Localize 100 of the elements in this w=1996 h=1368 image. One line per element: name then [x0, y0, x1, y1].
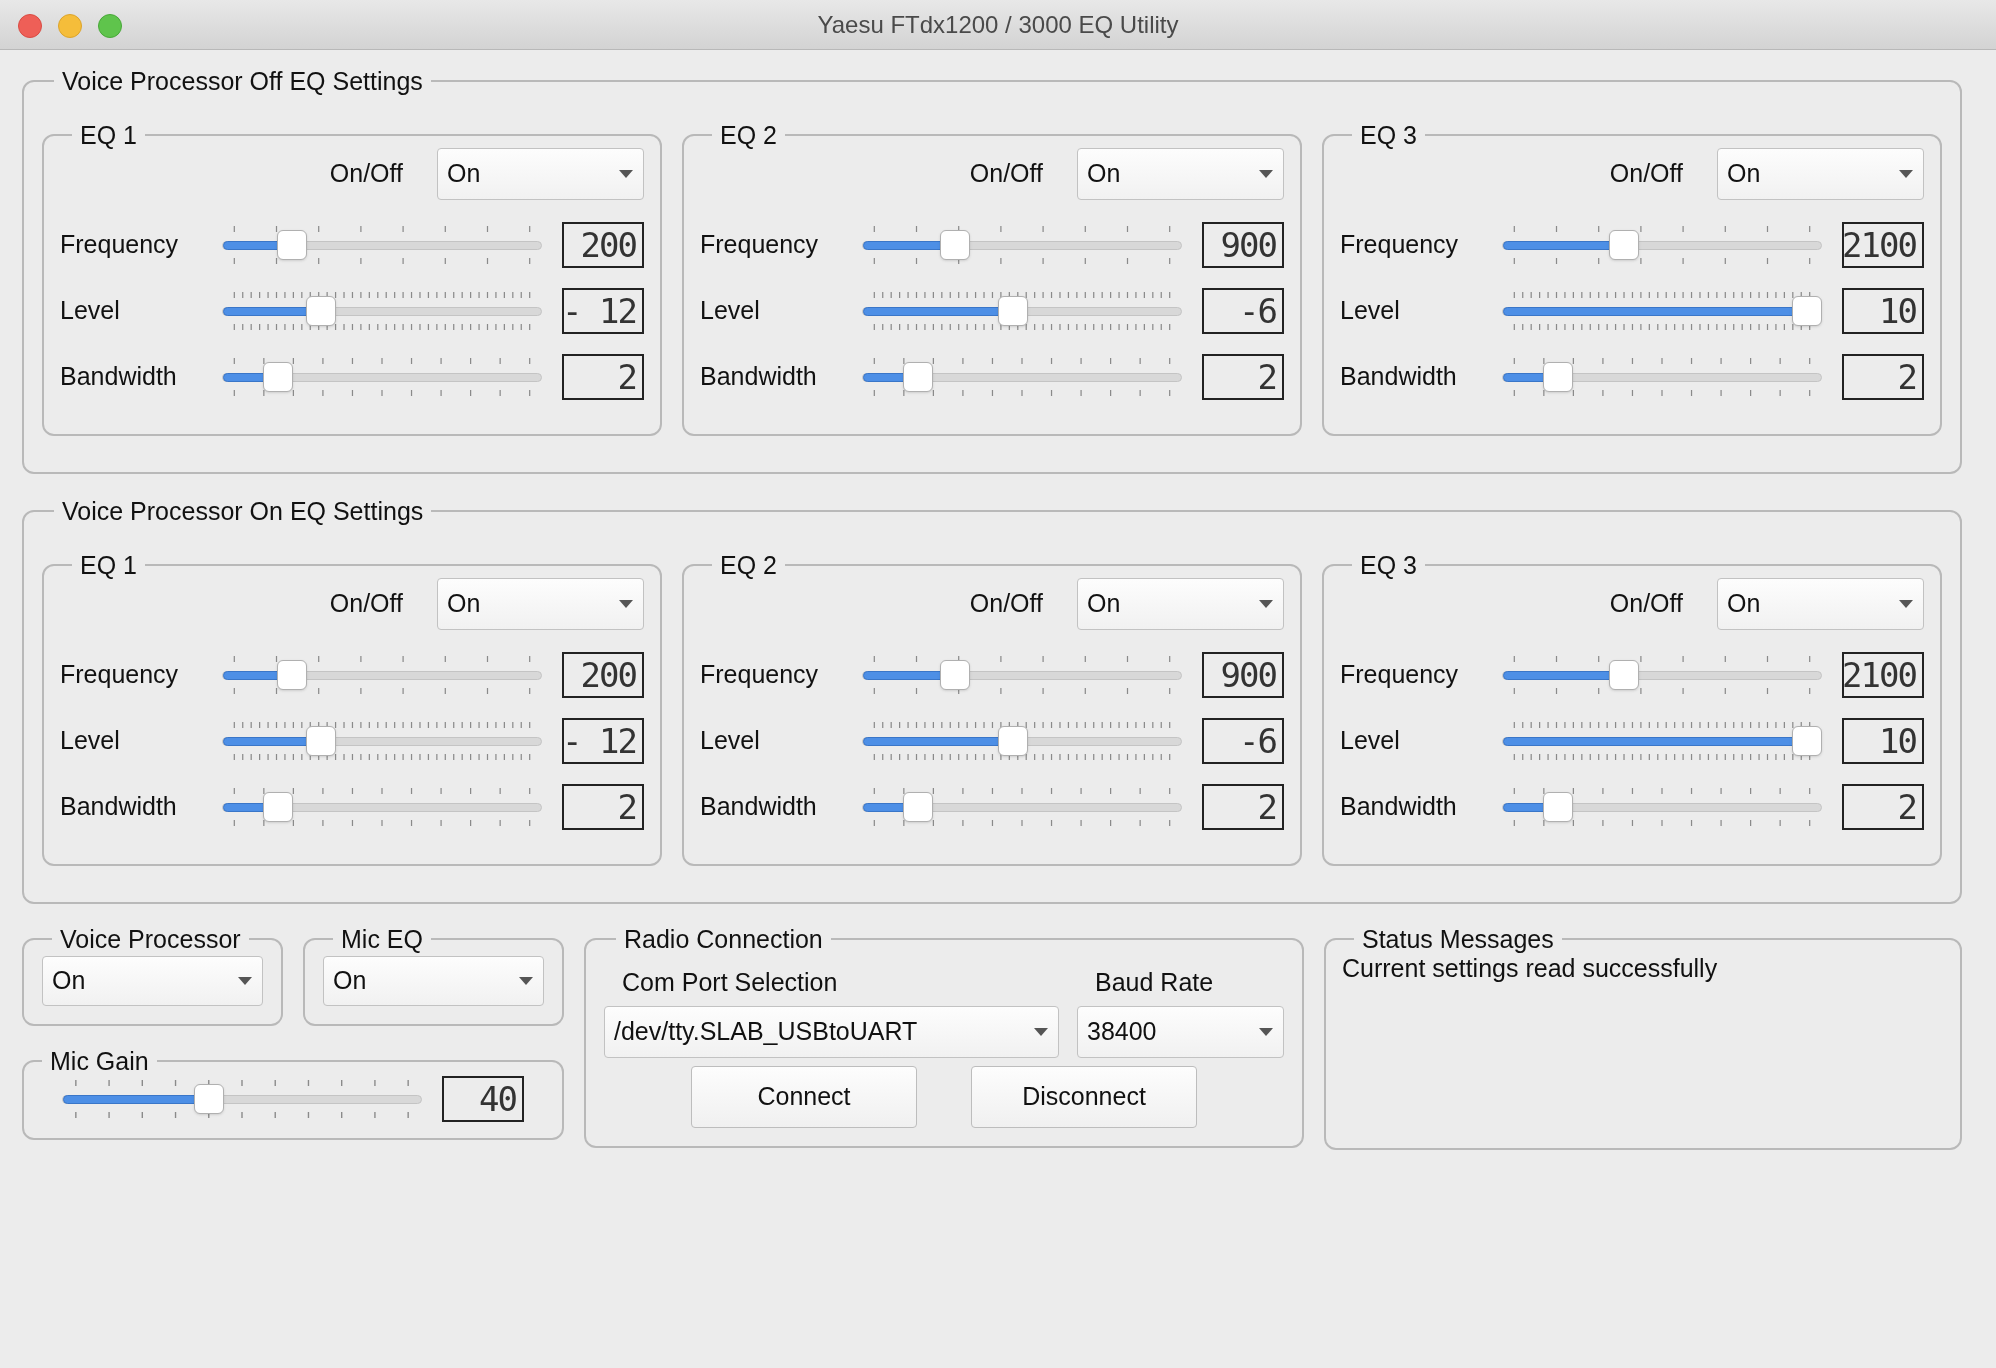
slider-thumb[interactable] — [306, 726, 337, 756]
lcd-display: 200 — [562, 652, 644, 698]
zoom-button[interactable] — [98, 14, 122, 38]
caret-icon — [1898, 169, 1914, 179]
group-title: Voice Processor Off EQ Settings — [61, 66, 424, 96]
lcd-display: 2 — [1842, 784, 1924, 830]
window-title: Yaesu FTdx1200 / 3000 EQ Utility — [817, 9, 1179, 40]
caret-icon — [237, 976, 253, 986]
slider-label: Bandwidth — [60, 791, 178, 823]
on-off-label: On/Off — [1609, 588, 1683, 620]
slider-label: Bandwidth — [1340, 791, 1458, 823]
close-button[interactable] — [18, 14, 42, 38]
slider-thumb[interactable] — [262, 362, 293, 392]
slider-thumb[interactable] — [1609, 230, 1640, 260]
slider-thumb[interactable] — [998, 726, 1029, 756]
caret-icon — [1258, 599, 1274, 609]
dropdown[interactable]: On — [437, 578, 644, 630]
slider-thumb[interactable] — [277, 660, 308, 690]
group-title: EQ 3 — [1359, 120, 1418, 150]
slider-thumb[interactable] — [262, 792, 293, 822]
group-title: Mic EQ — [340, 924, 424, 954]
slider-label: Level — [700, 295, 761, 327]
lcd-display: 2 — [1842, 354, 1924, 400]
group-title: Voice Processor On EQ Settings — [61, 496, 425, 526]
slider-label: Level — [1340, 725, 1401, 757]
dropdown[interactable]: On — [323, 956, 544, 1006]
caret-icon — [618, 599, 634, 609]
lcd-display: 900 — [1202, 222, 1284, 268]
caret-icon — [1258, 1026, 1274, 1037]
caret-icon — [618, 169, 634, 179]
group-title: EQ 3 — [1359, 550, 1418, 580]
caret-icon — [518, 976, 534, 986]
group-title: Voice Processor — [59, 924, 242, 954]
on-off-label: On/Off — [329, 588, 403, 620]
group-title: EQ 1 — [79, 550, 138, 580]
minimize-button[interactable] — [58, 14, 82, 38]
slider-thumb[interactable] — [277, 230, 308, 260]
slider-label: Level — [60, 295, 121, 327]
on-off-label: On/Off — [329, 158, 403, 190]
group-title: EQ 2 — [719, 120, 778, 150]
lcd-display: - 12 — [562, 718, 644, 764]
slider-label: Frequency — [700, 659, 820, 691]
lcd-display: 2 — [1202, 784, 1284, 830]
lcd-display: - 12 — [562, 288, 644, 334]
com-port-label: Com Port Selection — [622, 967, 839, 998]
group-title: EQ 2 — [719, 550, 778, 580]
dropdown[interactable]: On — [1717, 578, 1924, 630]
dropdown[interactable]: On — [1717, 148, 1924, 200]
lcd-display: 40 — [442, 1076, 524, 1122]
slider-label: Frequency — [60, 229, 180, 261]
slider-label: Frequency — [60, 659, 180, 691]
slider-thumb[interactable] — [940, 660, 971, 690]
lcd-display: 2 — [562, 784, 644, 830]
slider-thumb[interactable] — [1542, 362, 1573, 392]
lcd-display: -6 — [1202, 718, 1284, 764]
dropdown[interactable]: On — [437, 148, 644, 200]
caret-icon — [1258, 169, 1274, 179]
slider-label: Level — [1340, 295, 1401, 327]
lcd-display: 10 — [1842, 288, 1924, 334]
dropdown[interactable]: On — [42, 956, 263, 1006]
slider-thumb[interactable] — [902, 362, 933, 392]
group-title: Mic Gain — [49, 1046, 150, 1076]
group-title: Status Messages — [1361, 924, 1555, 954]
slider-label: Bandwidth — [1340, 361, 1458, 393]
slider-thumb[interactable] — [902, 792, 933, 822]
slider-thumb[interactable] — [1792, 296, 1822, 326]
slider-thumb[interactable] — [306, 296, 337, 326]
slider-thumb[interactable] — [1792, 726, 1822, 756]
slider-label: Level — [60, 725, 121, 757]
lcd-display: 10 — [1842, 718, 1924, 764]
caret-icon — [1033, 1026, 1049, 1037]
slider-thumb[interactable] — [940, 230, 971, 260]
slider-thumb[interactable] — [998, 296, 1029, 326]
status-message: Current settings read successfully — [1342, 953, 1719, 984]
baud-rate-label: Baud Rate — [1095, 967, 1215, 998]
slider-label: Frequency — [1340, 229, 1460, 261]
lcd-display: 2100 — [1842, 652, 1924, 698]
group-title: Radio Connection — [623, 924, 824, 954]
dropdown[interactable]: On — [1077, 148, 1284, 200]
lcd-display: 2 — [1202, 354, 1284, 400]
dropdown[interactable]: 38400 — [1077, 1005, 1284, 1058]
on-off-label: On/Off — [969, 588, 1043, 620]
caret-icon — [1898, 599, 1914, 609]
lcd-display: 200 — [562, 222, 644, 268]
lcd-display: 900 — [1202, 652, 1284, 698]
push-button[interactable]: Connect — [691, 1065, 917, 1128]
dropdown[interactable]: /dev/tty.SLAB_USBtoUART — [604, 1005, 1059, 1058]
slider-label: Bandwidth — [700, 791, 818, 823]
slider-label: Bandwidth — [60, 361, 178, 393]
slider-thumb[interactable] — [1542, 792, 1573, 822]
slider-label: Level — [700, 725, 761, 757]
lcd-display: 2 — [562, 354, 644, 400]
dropdown[interactable]: On — [1077, 578, 1284, 630]
slider-label: Frequency — [700, 229, 820, 261]
slider-thumb[interactable] — [194, 1084, 224, 1114]
slider-thumb[interactable] — [1609, 660, 1640, 690]
slider-label: Bandwidth — [700, 361, 818, 393]
lcd-display: -6 — [1202, 288, 1284, 334]
push-button[interactable]: Disconnect — [971, 1065, 1197, 1128]
on-off-label: On/Off — [969, 158, 1043, 190]
